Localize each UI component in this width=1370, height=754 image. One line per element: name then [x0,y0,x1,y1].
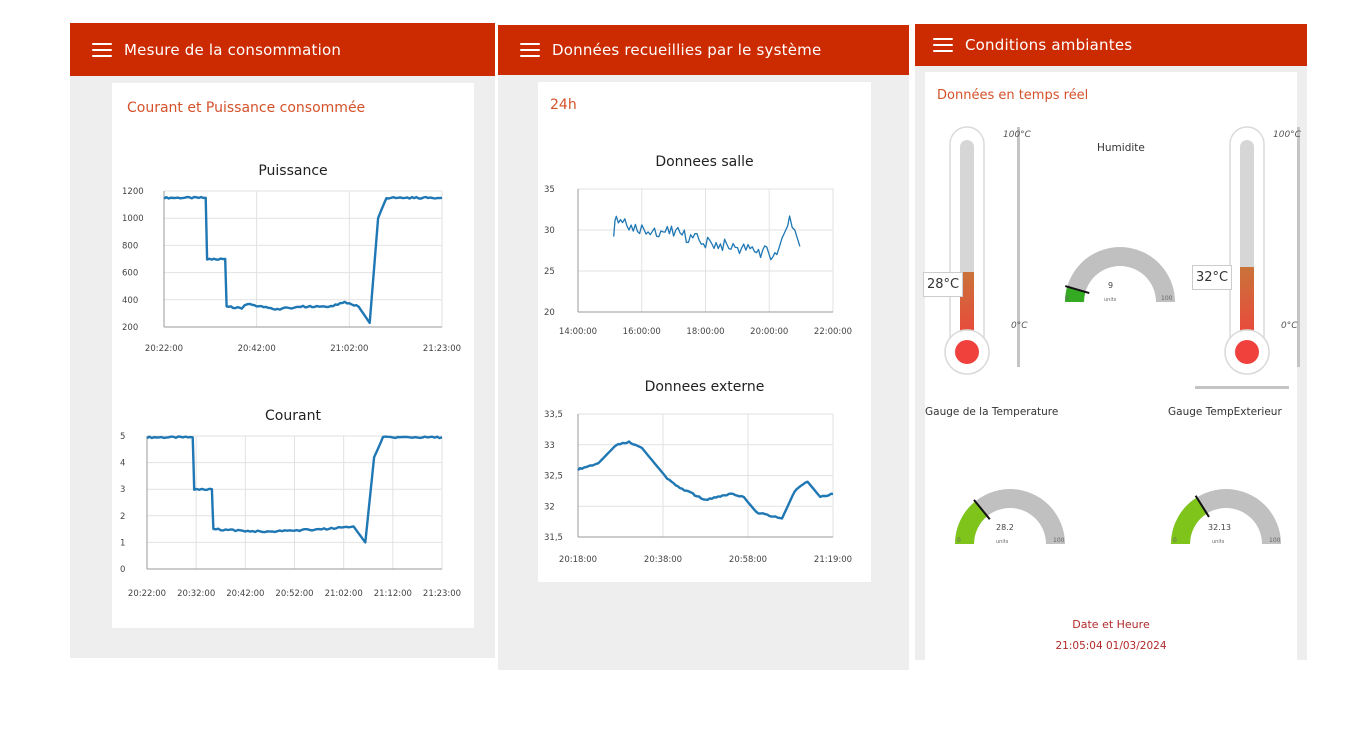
card: Données en temps réel 100°C 0°C 28°C Hum… [923,72,1301,660]
y-tick-label: 200 [122,323,138,333]
toolbar: Données recueillies par le système [498,25,909,75]
y-tick-label: 35 [544,185,555,195]
menu-icon[interactable] [520,43,540,58]
y-tick-label: 600 [122,269,138,279]
x-tick-label: 20:58:00 [729,555,767,565]
card: 24h Donnees salle 35 30 25 20 14:00:00 16:00:… [538,82,871,582]
gauge-tempexterieur-units: units [1212,539,1225,545]
gauge-temperature-max: 100 [1053,537,1065,544]
panel-data: Données recueillies par le système 24h D… [498,25,909,670]
toolbar: Conditions ambiantes [915,24,1307,66]
thermometer-2-value: 32°C [1192,265,1233,290]
thermometer-2-max: 100°C [1273,130,1301,140]
x-tick-label: 18:00:00 [686,327,724,337]
x-tick-label: 20:52:00 [275,589,313,599]
chart-donnees-externe: 33,5 33 32,5 32 31,5 20:18:00 20:38:00 20:58:00… [544,410,852,565]
toolbar-title: Mesure de la consommation [124,40,342,59]
gauge-humidite-value: 9 [1108,281,1114,290]
thermometer-1 [944,126,1020,375]
gauge-temperature-units: units [996,539,1009,545]
gauge-humidite-min: 0 [1065,295,1069,302]
gauge-tempexterieur-title: Gauge TempExterieur [1168,406,1282,418]
menu-icon[interactable] [92,42,112,57]
card-title: Données en temps réel [937,88,1089,103]
y-tick-label: 800 [122,241,138,251]
gauge-temperature-min: 0 [957,537,961,544]
thermometer-1-min: 0°C [1011,321,1028,331]
y-tick-label: 20 [544,308,555,318]
card-title: 24h [550,97,577,113]
y-tick-label: 1200 [122,187,144,197]
chart-puissance: 1200 1000 800 600 400 200 20:22:00 20:42:00 21:0… [122,187,461,354]
y-tick-label: 1 [120,538,125,548]
x-tick-label: 20:22:00 [145,344,183,354]
gauge-humidite-units: units [1104,297,1117,303]
toolbar: Mesure de la consommation [70,23,495,76]
x-tick-label: 20:22:00 [128,589,166,599]
x-tick-label: 20:32:00 [177,589,215,599]
y-tick-label: 33,5 [544,410,563,420]
panel-conditions: Conditions ambiantes Données en temps ré… [915,24,1307,660]
card-title: Courant et Puissance consommée [127,100,366,116]
x-tick-label: 20:42:00 [226,589,264,599]
x-tick-label: 20:18:00 [559,555,597,565]
chart-courant: 5 4 3 2 1 0 20:22:00 20:32:00 20:42:00 20:52:00 21… [120,432,461,599]
gauge-temperature-value: 28.2 [996,523,1014,532]
x-tick-label: 21:19:00 [814,555,852,565]
y-tick-label: 25 [544,267,555,277]
y-tick-label: 33 [544,441,555,451]
series-line [163,195,443,325]
thermometer-2-min: 0°C [1281,321,1298,331]
toolbar-title: Données recueillies par le système [552,41,822,59]
y-tick-label: 3 [120,485,125,495]
y-tick-label: 32,5 [544,472,563,482]
gauge-tempexterieur-min: 0 [1173,537,1177,544]
y-tick-label: 1000 [122,214,144,224]
gauge-tempexterieur-max: 100 [1269,537,1281,544]
gauge-humidite-title: Humidite [1097,142,1145,154]
y-tick-label: 4 [120,459,125,469]
chart-title-salle: Donnees salle [655,154,754,170]
chart-title-courant: Courant [265,408,321,424]
x-tick-label: 20:38:00 [644,555,682,565]
gauge-tempexterieur-value: 32.13 [1208,523,1231,532]
thermometer-2 [1195,126,1300,389]
chart-title-puissance: Puissance [258,163,328,179]
menu-icon[interactable] [933,38,953,53]
thermometer-1-max: 100°C [1003,130,1031,140]
x-tick-label: 21:23:00 [423,344,461,354]
card: Courant et Puissance consommée Puissance… [112,83,474,628]
gauge-humidite-max: 100 [1161,295,1173,302]
thermometer-1-value: 28°C [923,272,964,297]
y-tick-label: 32 [544,502,555,512]
x-tick-label: 22:00:00 [814,327,852,337]
x-tick-label: 20:00:00 [750,327,788,337]
x-tick-label: 21:02:00 [325,589,363,599]
y-tick-label: 400 [122,296,138,306]
x-tick-label: 21:23:00 [423,589,461,599]
toolbar-title: Conditions ambiantes [965,36,1133,54]
y-tick-label: 31,5 [544,533,563,543]
chart-donnees-salle: 35 30 25 20 14:00:00 16:00:00 18:00:00 20:00:00… [544,185,852,337]
x-tick-label: 21:12:00 [374,589,412,599]
panel-consumption: Mesure de la consommation Courant et Pui… [70,23,495,658]
datetime-label: Date et Heure [1072,618,1150,631]
gauge-temperature-title: Gauge de la Temperature [925,406,1059,418]
y-tick-label: 30 [544,226,555,236]
chart-title-externe: Donnees externe [644,379,765,395]
x-tick-label: 16:00:00 [623,327,661,337]
x-tick-label: 20:42:00 [238,344,276,354]
y-tick-label: 2 [120,512,125,522]
series-line [577,440,834,520]
y-tick-label: 5 [120,432,125,442]
datetime-value: 21:05:04 01/03/2024 [1055,640,1167,652]
x-tick-label: 21:02:00 [330,344,368,354]
y-tick-label: 0 [120,565,125,575]
x-tick-label: 14:00:00 [559,327,597,337]
